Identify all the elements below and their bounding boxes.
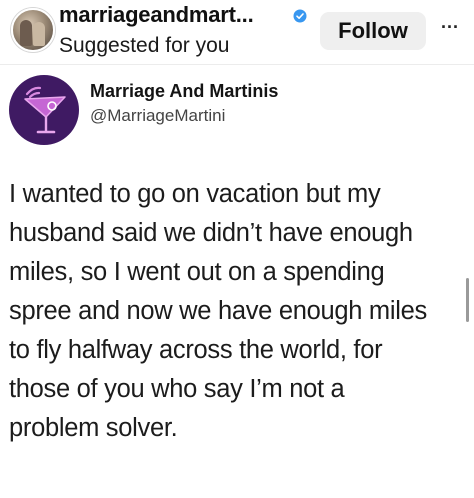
tweet-text-line: I wanted to go on vacation but my	[9, 180, 381, 208]
suggested-label: Suggested for you	[59, 34, 230, 57]
tweet-handle: @MarriageMartini	[90, 106, 226, 125]
tweet-text-line: those of you who say I’m not a	[9, 375, 345, 403]
tweet-text-line: husband said we didn’t have enough	[9, 219, 413, 247]
scrollbar[interactable]	[466, 278, 469, 322]
avatar-figure	[33, 22, 45, 46]
tweet-text-line: to fly halfway across the world, for	[9, 336, 383, 364]
tweet-card: Marriage And Martinis @MarriageMartini I…	[0, 65, 474, 498]
tweet-text-line: problem solver.	[9, 414, 178, 442]
more-options-icon[interactable]: ...	[437, 13, 463, 36]
avatar-figure	[20, 20, 32, 46]
instagram-post: marriageandmart... Suggested for you Fol…	[0, 0, 474, 498]
tweet-text-line: spree and now we have enough miles	[9, 297, 427, 325]
follow-button[interactable]: Follow	[320, 12, 426, 50]
tweet-avatar	[9, 75, 79, 145]
account-avatar[interactable]	[11, 8, 55, 52]
post-header: marriageandmart... Suggested for you Fol…	[0, 0, 474, 65]
verified-badge-icon	[293, 9, 307, 23]
tweet-display-name: Marriage And Martinis	[90, 81, 279, 101]
account-username[interactable]: marriageandmart...	[59, 2, 254, 28]
tweet-text: I wanted to go on vacation but my husban…	[9, 175, 471, 448]
martini-glass-icon	[24, 86, 66, 134]
tweet-text-line: miles, so I went out on a spending	[9, 258, 385, 286]
